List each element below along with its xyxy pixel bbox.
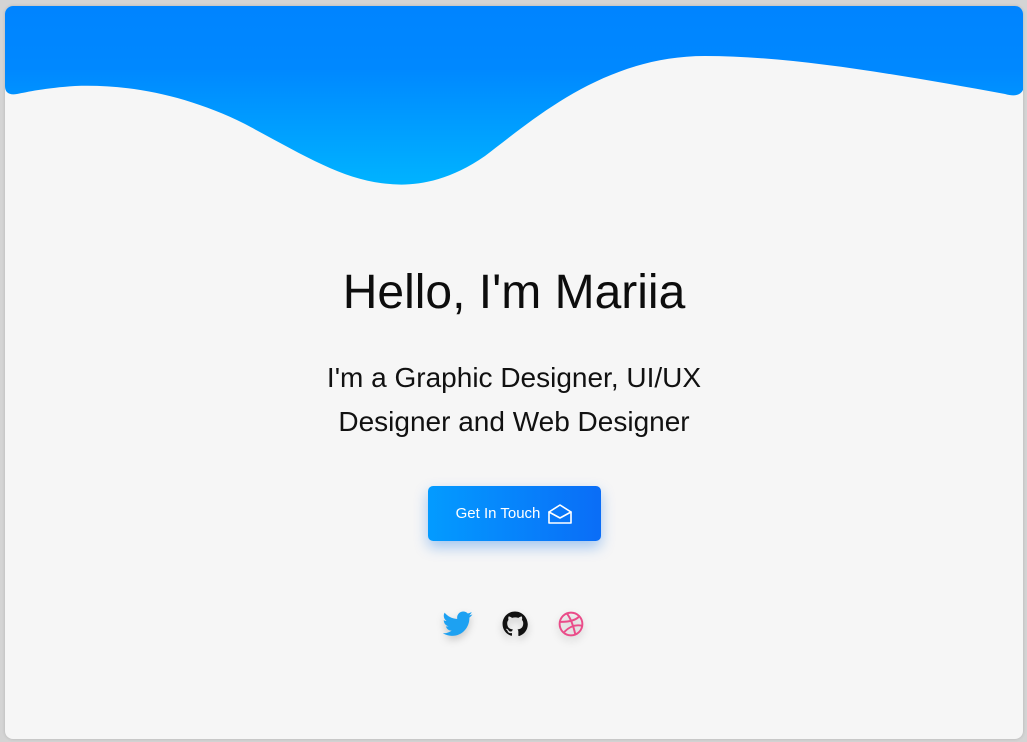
get-in-touch-label: Get In Touch bbox=[455, 505, 541, 522]
page-title: Hello, I'm Mariia bbox=[342, 266, 686, 319]
hero-card: Hello, I'm Mariia I'm a Graphic Designer… bbox=[5, 6, 1023, 739]
dribbble-icon bbox=[558, 611, 584, 642]
header-wave-decoration bbox=[5, 6, 1023, 185]
github-icon bbox=[502, 611, 528, 642]
envelope-open-icon bbox=[547, 503, 573, 525]
get-in-touch-button[interactable]: Get In Touch bbox=[428, 486, 601, 541]
github-link[interactable] bbox=[497, 608, 533, 644]
twitter-link[interactable] bbox=[440, 608, 476, 644]
twitter-icon bbox=[442, 611, 473, 642]
social-links bbox=[5, 608, 1023, 644]
dribbble-link[interactable] bbox=[553, 608, 589, 644]
hero-subtitle: I'm a Graphic Designer, UI/UX Designer a… bbox=[326, 362, 702, 437]
